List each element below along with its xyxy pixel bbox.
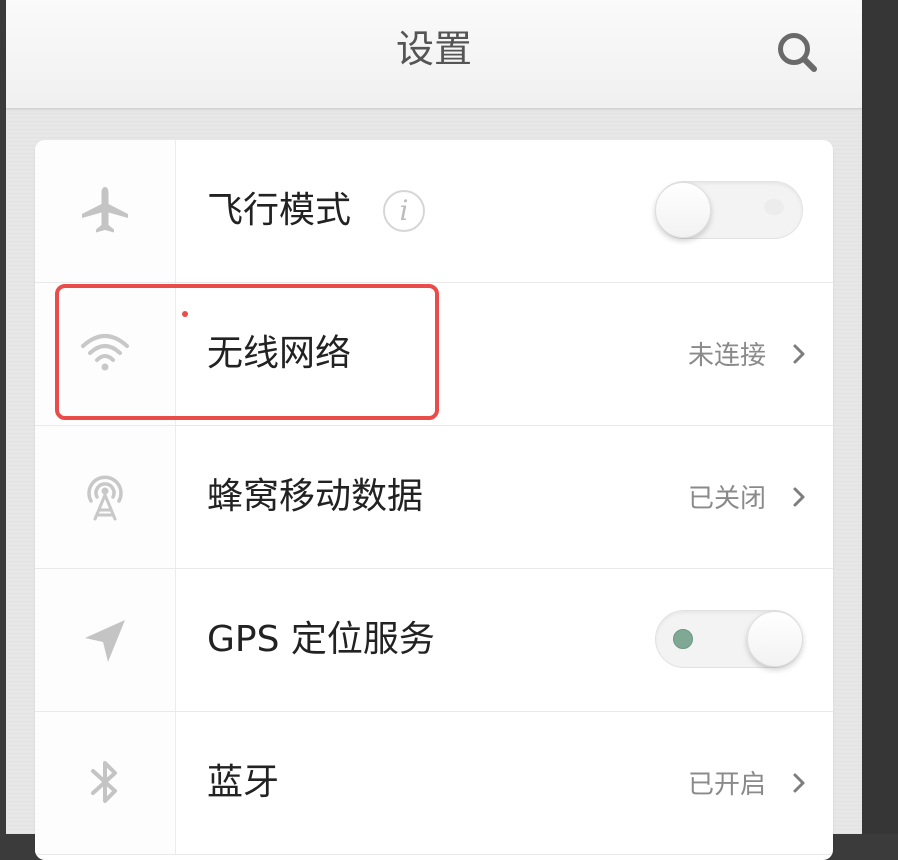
setting-label: 蓝牙 <box>207 762 280 803</box>
setting-status: 已开启 <box>687 770 766 800</box>
divider <box>35 854 833 855</box>
setting-status: 未连接 <box>687 341 766 371</box>
icon-cell <box>35 712 176 854</box>
toggle-indicator <box>764 199 784 215</box>
setting-status: 已关闭 <box>687 484 766 514</box>
settings-list: 飞行模式 i 无线网络 未连接 蜂窝移动数据 已关闭 GPS 定位服务 蓝牙 已… <box>35 140 833 860</box>
airplane-icon <box>82 187 128 233</box>
icon-cell <box>35 569 176 711</box>
setting-row-cellular-data[interactable]: 蜂窝移动数据 已关闭 <box>35 426 833 569</box>
chevron-right-icon <box>793 487 805 507</box>
toggle-knob[interactable] <box>747 611 803 667</box>
bluetooth-icon <box>91 761 117 803</box>
highlight-box <box>55 284 439 420</box>
chevron-right-icon <box>793 773 805 793</box>
icon-cell <box>35 140 176 282</box>
setting-row-airplane-mode[interactable]: 飞行模式 i <box>35 140 833 283</box>
cellular-tower-icon <box>87 475 123 521</box>
setting-label: 飞行模式 <box>207 190 352 231</box>
toggle-knob[interactable] <box>655 182 711 238</box>
header-bar: 设置 <box>6 0 862 109</box>
setting-row-gps[interactable]: GPS 定位服务 <box>35 569 833 712</box>
search-icon[interactable] <box>772 28 822 78</box>
icon-cell <box>35 426 176 568</box>
setting-label: GPS 定位服务 <box>207 619 435 660</box>
annotation-dot <box>182 311 188 317</box>
location-arrow-icon <box>85 620 125 662</box>
chevron-right-icon <box>793 344 805 364</box>
toggle-indicator <box>673 629 693 649</box>
airplane-mode-toggle[interactable] <box>655 181 803 239</box>
setting-label: 蜂窝移动数据 <box>207 476 424 517</box>
right-edge <box>862 0 898 834</box>
page-title: 设置 <box>395 27 472 71</box>
gps-toggle[interactable] <box>655 610 803 668</box>
info-icon[interactable]: i <box>383 190 425 232</box>
